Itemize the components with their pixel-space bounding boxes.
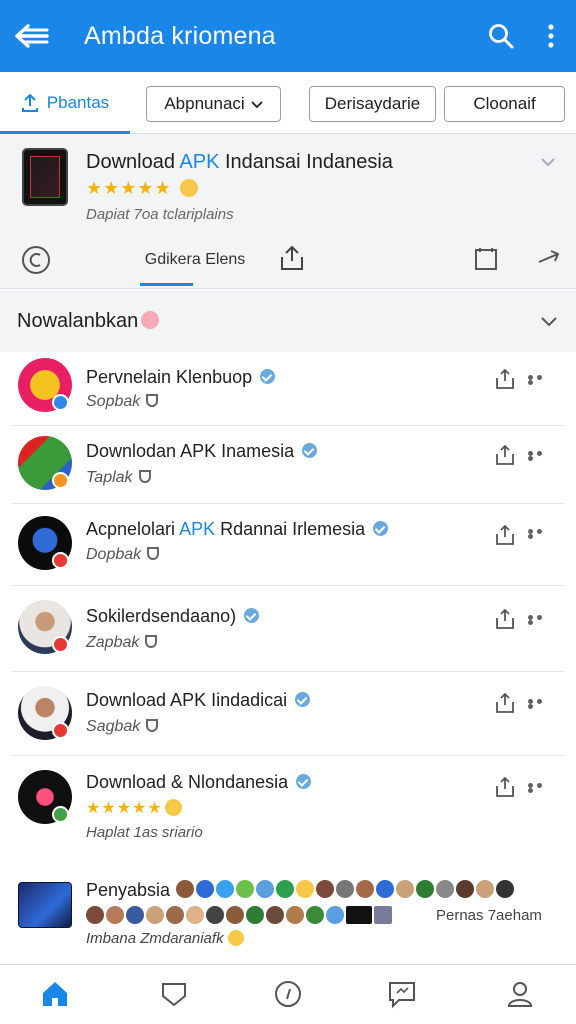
profile-icon[interactable] xyxy=(505,979,535,1009)
share-icon[interactable] xyxy=(494,776,516,798)
rating-stars: ★★★★★ xyxy=(86,178,198,199)
item-meta: Zapbak xyxy=(86,634,158,652)
chip-label: Abpnunaci xyxy=(164,94,245,113)
shield-icon xyxy=(146,719,159,732)
item-meta: Haplat 1as sriario xyxy=(86,824,203,841)
emoji-strip xyxy=(176,880,516,900)
item-name: Acpnelolari APK Rdannai Irlemesia xyxy=(86,519,389,540)
share-icon[interactable] xyxy=(494,524,516,546)
app-bar: Ambda kriomena xyxy=(0,0,576,72)
search-icon xyxy=(489,24,514,49)
list-item[interactable]: Download APK Iindadicai Sagbak xyxy=(0,672,576,756)
list-item[interactable]: Pervnelain Klenbuop Sopbak xyxy=(0,352,576,426)
featured-subtitle: Dapiat 7oa tclariplains xyxy=(86,206,234,223)
compass-icon[interactable] xyxy=(273,979,303,1009)
search-button[interactable] xyxy=(476,0,526,72)
arrow-forward-icon[interactable] xyxy=(536,246,562,272)
smile-emoji-icon xyxy=(164,799,182,816)
chip-filter-1[interactable]: Abpnunaci xyxy=(146,86,281,122)
chat-bubble-icon[interactable] xyxy=(387,979,417,1009)
list-item[interactable]: Downlodan APK Inamesia Taplak xyxy=(0,426,576,504)
item-name: Pervnelain Klenbuop xyxy=(86,367,276,388)
circle-icon[interactable] xyxy=(20,244,52,276)
bottom-navigation xyxy=(0,964,576,1024)
more-vert-icon xyxy=(548,24,554,48)
list-item[interactable]: Sokilerdsendaano) Zapbak xyxy=(0,586,576,672)
more-options-button[interactable] xyxy=(526,0,576,72)
verified-icon xyxy=(244,608,260,623)
verified-icon xyxy=(260,369,276,384)
status-badge xyxy=(52,552,69,569)
shield-icon xyxy=(138,470,151,483)
item-meta: Sagbak xyxy=(86,718,159,736)
featured-action-tab[interactable]: Gdikera Elens xyxy=(140,234,250,286)
share-icon[interactable] xyxy=(278,244,306,272)
chip-label: Derisaydarie xyxy=(324,94,421,113)
app-title: Ambda kriomena xyxy=(84,21,276,50)
verified-icon xyxy=(296,774,312,789)
item-name: Downlodan APK Inamesia xyxy=(86,441,318,462)
item-meta: Taplak xyxy=(86,469,151,487)
verified-icon xyxy=(373,521,389,536)
upload-icon xyxy=(21,93,38,112)
item-name: Sokilerdsendaano) xyxy=(86,606,260,627)
status-badge xyxy=(52,636,69,653)
verified-icon xyxy=(302,443,318,458)
item-name: Download & Nlondanesia xyxy=(86,772,312,793)
item-meta: Dopbak xyxy=(86,546,160,564)
chevron-down-icon[interactable] xyxy=(538,310,560,332)
emoji-strip xyxy=(86,906,394,926)
wink-emoji-icon xyxy=(179,179,198,197)
list-item[interactable]: Acpnelolari APK Rdannai Irlemesia Dopbak xyxy=(0,504,576,586)
section-header[interactable]: Nowalanbkan xyxy=(0,290,576,352)
section-title: Nowalanbkan xyxy=(17,310,160,333)
status-badge xyxy=(52,394,69,411)
item-name: Penyabsia xyxy=(86,880,171,900)
back-button[interactable] xyxy=(0,0,64,72)
home-icon[interactable] xyxy=(40,979,70,1009)
app-thumbnail xyxy=(18,882,72,928)
chevron-down-icon[interactable] xyxy=(538,152,558,172)
featured-actions: Gdikera Elens xyxy=(0,234,576,289)
chip-label: Cloonaif xyxy=(473,94,536,113)
item-secondary-text: Pernas 7aeham xyxy=(436,907,542,924)
share-icon[interactable] xyxy=(494,692,516,714)
more-options-button[interactable] xyxy=(528,375,554,385)
back-arrow-icon xyxy=(15,24,49,48)
status-badge xyxy=(52,722,69,739)
more-options-button[interactable] xyxy=(528,529,554,539)
status-badge xyxy=(52,806,69,823)
shield-icon xyxy=(147,547,160,560)
item-meta: Imbana Zmdaraniafk xyxy=(86,930,244,947)
tab-home[interactable]: Pbantas xyxy=(0,72,130,134)
rating-stars: ★★★★★ xyxy=(86,798,182,818)
more-options-button[interactable] xyxy=(528,699,554,709)
status-badge xyxy=(52,472,69,489)
tab-home-label: Pbantas xyxy=(46,93,110,112)
featured-app-card[interactable]: Download APK Indansai Indanesia ★★★★★ Da… xyxy=(0,134,576,289)
item-name: Download APK Iindadicai xyxy=(86,690,311,711)
shield-icon xyxy=(146,394,159,407)
smile-emoji-icon xyxy=(227,930,244,946)
shield-icon[interactable] xyxy=(159,979,189,1009)
more-options-button[interactable] xyxy=(528,615,554,625)
share-icon[interactable] xyxy=(494,368,516,390)
app-icon xyxy=(22,148,68,206)
verified-icon xyxy=(295,692,311,707)
chip-filter-3[interactable]: Cloonaif xyxy=(444,86,565,122)
chip-filter-2[interactable]: Derisaydarie xyxy=(309,86,436,122)
emoji-icon xyxy=(141,311,160,329)
shield-icon xyxy=(145,635,158,648)
tab-underline xyxy=(140,283,193,286)
filter-tabs: Pbantas Abpnunaci Derisaydarie Cloonaif xyxy=(0,72,576,134)
share-icon[interactable] xyxy=(494,608,516,630)
featured-title: Download APK Indansai Indanesia xyxy=(86,151,393,173)
item-meta: Sopbak xyxy=(86,393,159,411)
more-options-button[interactable] xyxy=(528,451,554,461)
more-options-button[interactable] xyxy=(528,783,554,793)
list-item[interactable]: Download & Nlondanesia ★★★★★ Haplat 1as … xyxy=(0,756,576,864)
chevron-down-icon xyxy=(250,101,263,109)
bookmark-icon[interactable] xyxy=(473,246,499,272)
share-icon[interactable] xyxy=(494,444,516,466)
